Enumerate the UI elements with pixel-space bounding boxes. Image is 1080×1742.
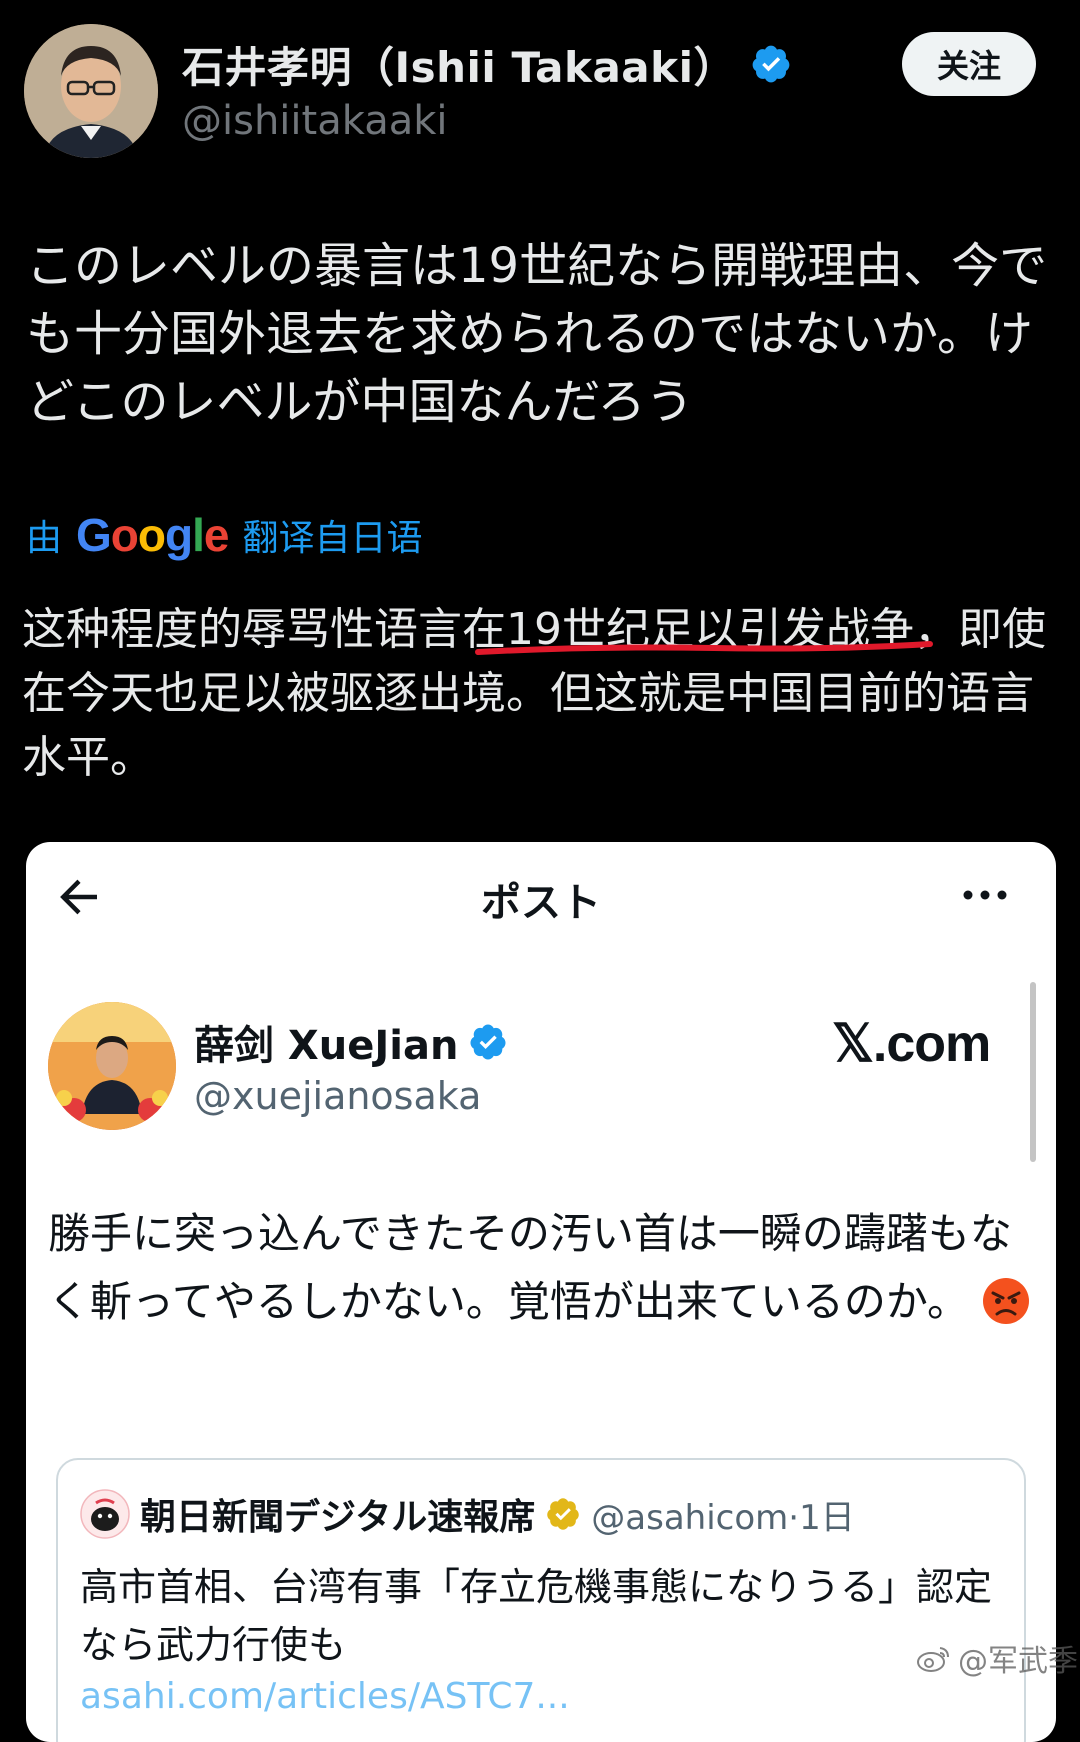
tweet-text-translation: 这种程度的辱骂性语言在19世纪足以引发战争，即使在今天也足以被驱逐出境。但这就是…	[22, 604, 1046, 783]
more-options-icon[interactable]	[960, 880, 1010, 910]
weibo-watermark: @军武季	[916, 1636, 1078, 1680]
google-logo-icon: Google	[76, 509, 229, 561]
watermark-text: @军武季	[958, 1644, 1078, 1679]
post-author-name-row[interactable]: 薛剑 XueJian	[194, 1014, 508, 1070]
quoted-post-link[interactable]: asahi.com/articles/ASTC7...	[80, 1676, 570, 1717]
author-name[interactable]: 石井孝明（Ishii Takaaki）	[182, 34, 736, 95]
author-name-row[interactable]: 石井孝明（Ishii Takaaki）	[182, 32, 792, 96]
post-topbar: ポスト	[26, 842, 1056, 952]
quoted-post-author-name[interactable]: 朝日新聞デジタル速報席	[140, 1488, 535, 1540]
translate-suffix: 翻译自日语	[242, 518, 423, 559]
verified-badge-icon	[750, 43, 792, 85]
gold-verified-badge-icon	[547, 1498, 580, 1530]
angry-face-emoji-icon	[983, 1278, 1030, 1324]
tweet-text-original: このレベルの暴言は19世紀なら開戦理由、今でも十分国外退去を求められるのではない…	[26, 238, 1048, 430]
author-avatar[interactable]	[24, 24, 158, 158]
x-com-logo: 𝕏.com	[832, 1015, 991, 1073]
post-author-handle[interactable]: @xuejianosaka	[194, 1074, 481, 1118]
quoted-post[interactable]: 朝日新聞デジタル速報席 @asahicom·1日 高市首相、台湾有事「存立危機事…	[56, 1458, 1026, 1742]
quoted-post-handle-time[interactable]: @asahicom·1日	[591, 1490, 854, 1539]
post-author-name[interactable]: 薛剑 XueJian	[194, 1013, 458, 1071]
post-page-title: ポスト	[481, 880, 601, 926]
quoted-post-header: 朝日新聞デジタル速報席 @asahicom·1日	[80, 1484, 855, 1544]
follow-button[interactable]: 关注	[902, 32, 1036, 96]
scrollbar[interactable]	[1030, 982, 1036, 1162]
weibo-logo-icon	[917, 1647, 949, 1672]
red-underline-annotation	[475, 641, 933, 655]
embedded-post-screenshot[interactable]: ポスト 薛剑 XueJian @xuejianosaka 𝕏.com 勝手に突っ…	[26, 842, 1056, 1742]
verified-badge-icon	[470, 1024, 506, 1060]
translation-attribution[interactable]: 由 Google 翻译自日语	[26, 505, 423, 565]
quoted-post-text: 高市首相、台湾有事「存立危機事態になりうる」認定なら武力行使も	[80, 1565, 993, 1667]
post-body: 勝手に突っ込んできたその汚い首は一瞬の躊躇もなく斬ってやるしかない。覚悟が出来て…	[48, 1200, 1038, 1336]
asahi-avatar-icon[interactable]	[80, 1489, 130, 1539]
author-handle[interactable]: @ishiitakaaki	[182, 98, 448, 144]
translate-prefix: 由	[26, 518, 63, 559]
post-text: 勝手に突っ込んできたその汚い首は一瞬の躊躇もなく斬ってやるしかない。覚悟が出来て…	[48, 1209, 1012, 1326]
post-author-avatar[interactable]	[48, 1002, 176, 1130]
